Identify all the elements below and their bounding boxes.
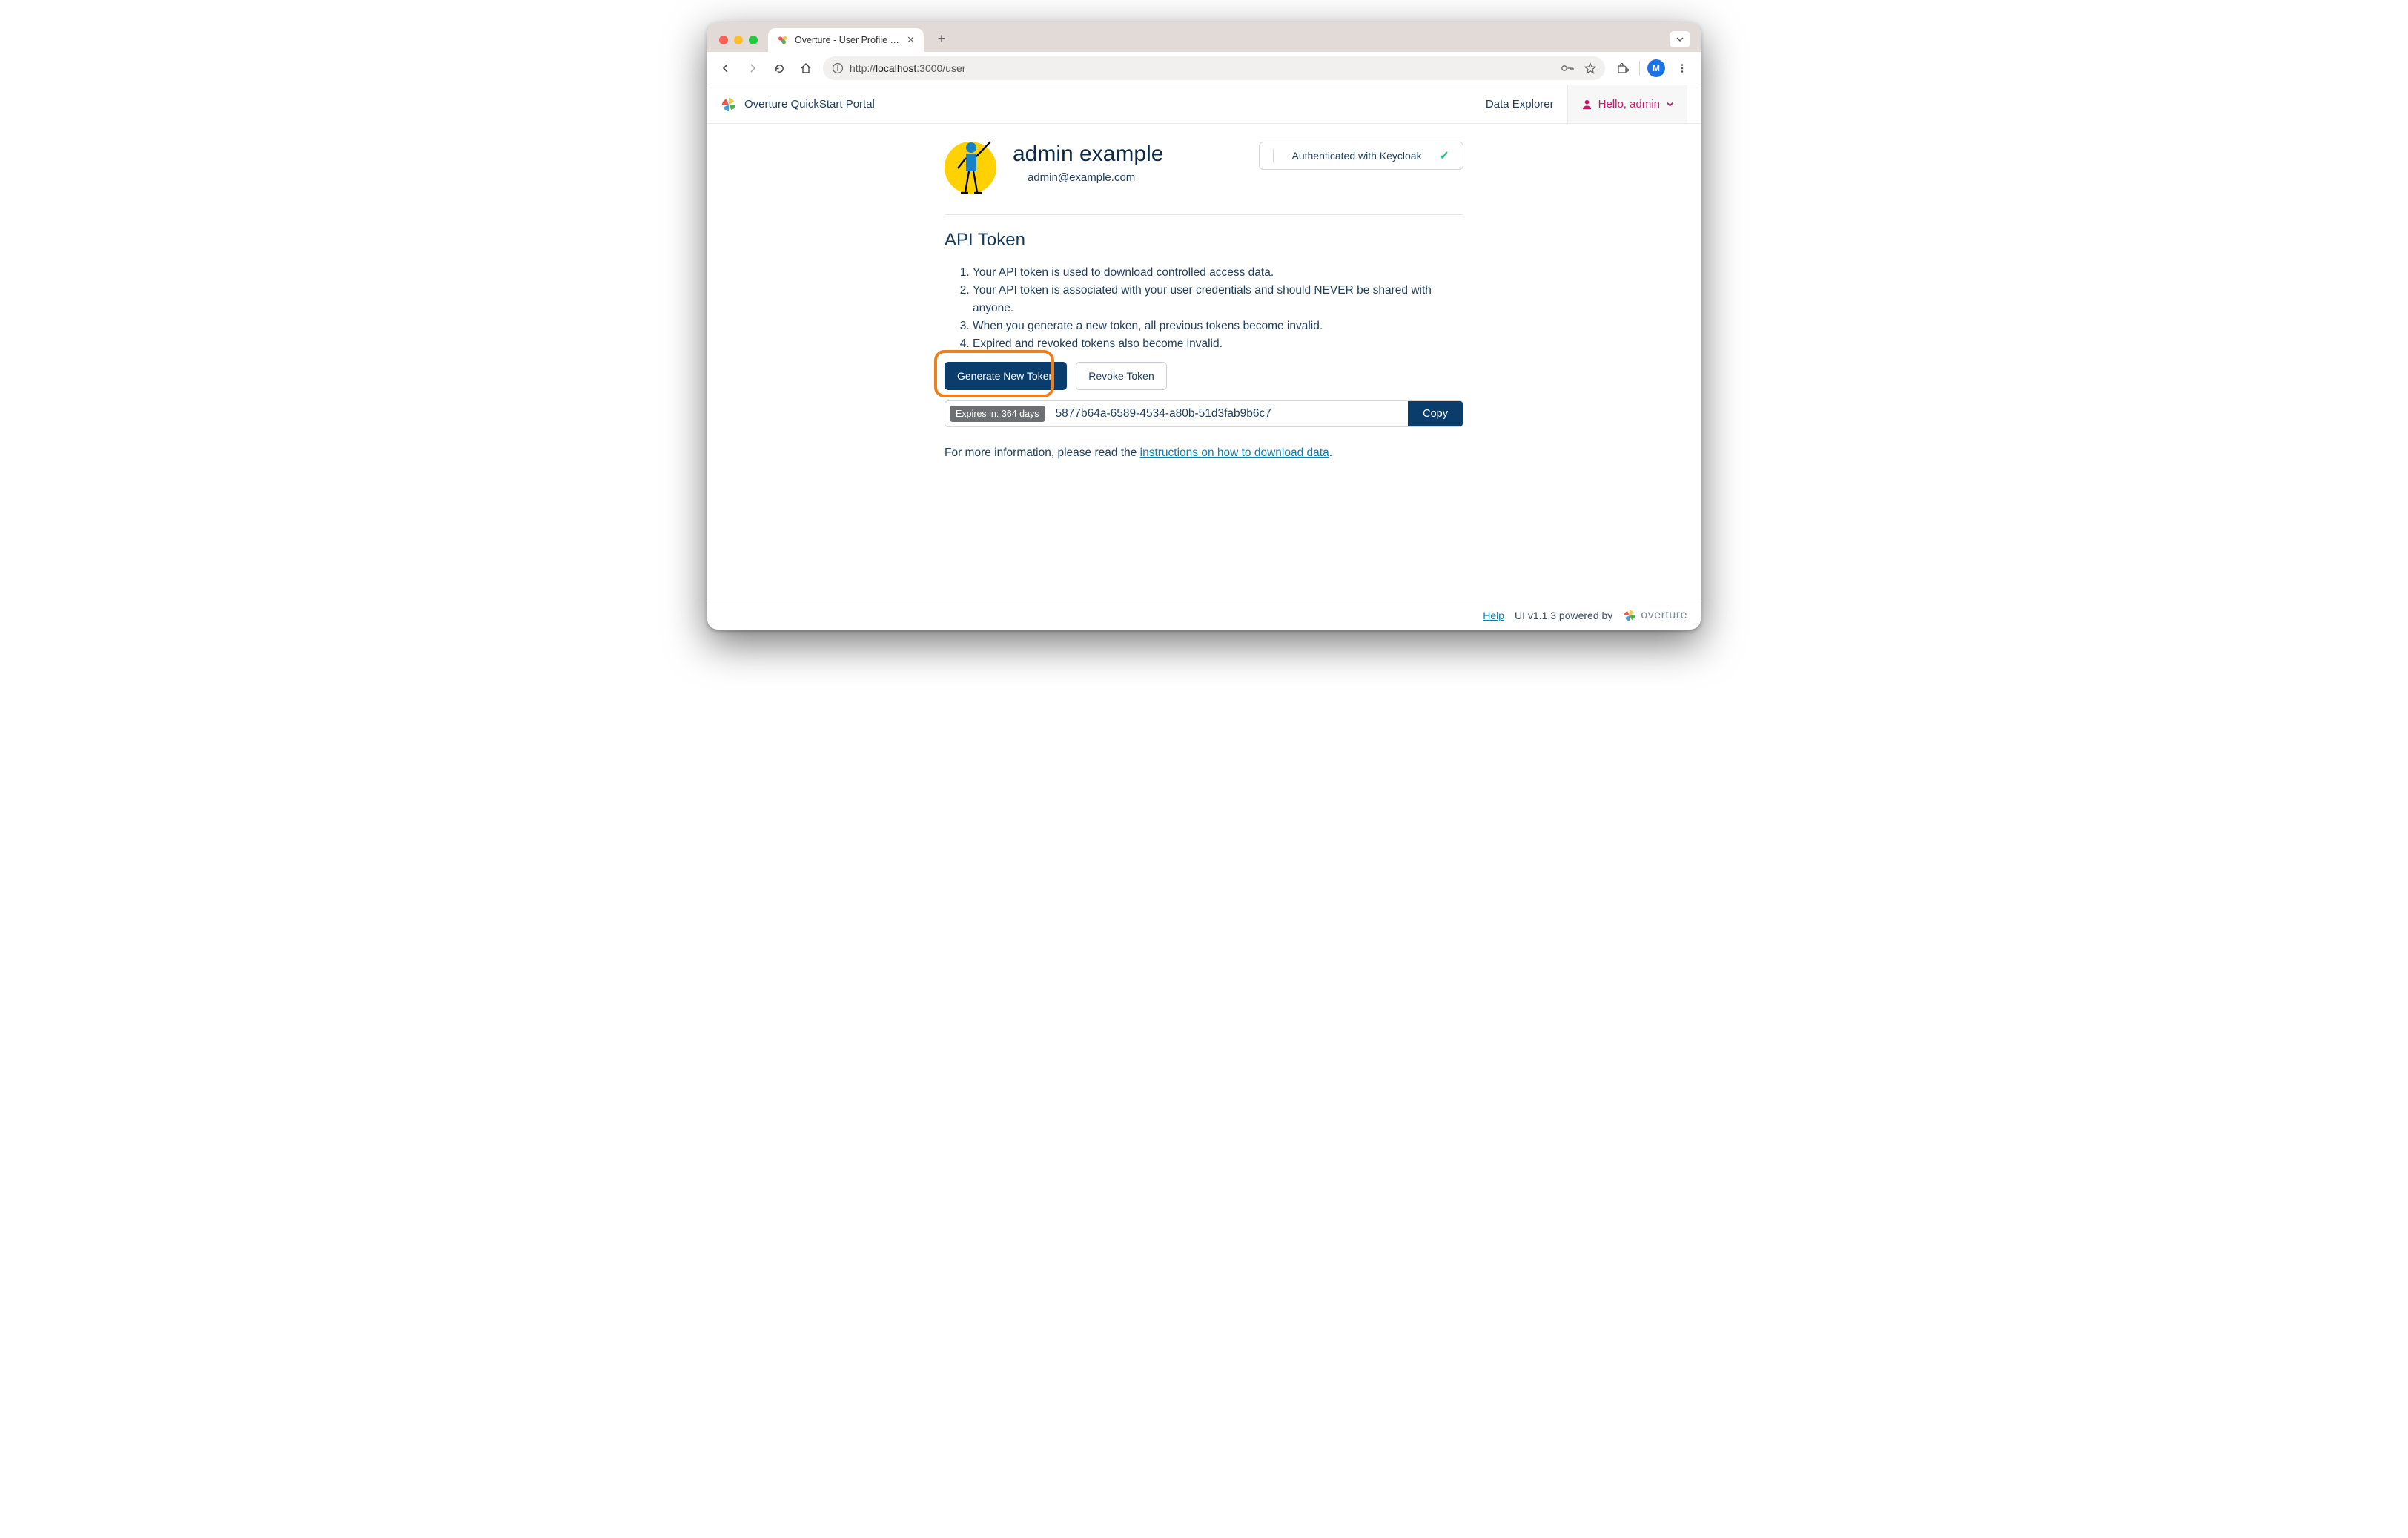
brand-title: Overture QuickStart Portal — [744, 98, 875, 110]
close-tab-icon[interactable]: ✕ — [907, 34, 915, 46]
token-value[interactable]: 5877b64a-6589-4534-a80b-51d3fab9b6c7 — [1050, 401, 1409, 426]
revoke-token-button[interactable]: Revoke Token — [1076, 362, 1166, 390]
divider — [945, 214, 1463, 215]
app-header: Overture QuickStart Portal Data Explorer… — [707, 85, 1701, 124]
chevron-down-icon — [1666, 100, 1674, 108]
reload-button[interactable] — [770, 59, 789, 78]
help-link[interactable]: Help — [1483, 610, 1504, 621]
profile-name: admin example — [1013, 142, 1163, 167]
site-info-icon[interactable] — [832, 62, 844, 74]
password-key-icon[interactable] — [1561, 63, 1575, 73]
browser-tabstrip: Overture - User Profile & Tok ✕ + — [707, 22, 1701, 52]
forward-button[interactable] — [743, 59, 762, 78]
api-token-heading: API Token — [945, 230, 1463, 251]
token-button-row: Generate New Token Revoke Token — [945, 362, 1463, 390]
api-token-info-list: Your API token is used to download contr… — [945, 264, 1463, 353]
browser-toolbar: http://localhost:3000/user M — [707, 52, 1701, 85]
url-text: http://localhost:3000/user — [850, 62, 1555, 74]
profile-header: admin example admin@example.com Authenti… — [945, 142, 1463, 194]
profile-info: admin example admin@example.com — [1013, 142, 1163, 184]
token-display: Expires in: 364 days 5877b64a-6589-4534-… — [945, 400, 1463, 427]
auth-badge-label: Authenticated with Keycloak — [1291, 150, 1421, 162]
browser-tab[interactable]: Overture - User Profile & Tok ✕ — [768, 28, 924, 52]
more-info-text: For more information, please read the in… — [945, 446, 1463, 460]
browser-menu-button[interactable] — [1673, 59, 1692, 78]
new-tab-button[interactable]: + — [931, 28, 952, 49]
brand[interactable]: Overture QuickStart Portal — [721, 96, 875, 113]
user-menu[interactable]: Hello, admin — [1567, 85, 1687, 123]
version-text: UI v1.1.3 powered by — [1515, 610, 1612, 621]
avatar — [945, 142, 996, 194]
back-button[interactable] — [716, 59, 735, 78]
home-button[interactable] — [796, 59, 816, 78]
bookmark-star-icon[interactable] — [1584, 62, 1596, 74]
user-icon — [1581, 99, 1592, 110]
auth-badge: Authenticated with Keycloak ✓ — [1259, 142, 1463, 170]
close-window-icon[interactable] — [719, 36, 728, 44]
app-footer: Help UI v1.1.3 powered by overture — [707, 601, 1701, 630]
info-item: Your API token is used to download contr… — [973, 264, 1463, 282]
check-icon: ✓ — [1440, 148, 1449, 163]
pinwheel-favicon-icon — [777, 34, 789, 46]
footer-brand: overture — [1623, 609, 1687, 622]
tab-title: Overture - User Profile & Tok — [795, 35, 901, 45]
pinwheel-logo-icon — [721, 96, 737, 113]
download-instructions-link[interactable]: instructions on how to download data — [1140, 446, 1329, 459]
browser-profile-avatar[interactable]: M — [1647, 59, 1665, 77]
info-item: Your API token is associated with your u… — [973, 282, 1463, 317]
info-item: Expired and revoked tokens also become i… — [973, 335, 1463, 353]
extensions-button[interactable] — [1612, 59, 1632, 78]
window-controls — [719, 36, 758, 44]
copy-button[interactable]: Copy — [1408, 401, 1463, 426]
pinwheel-logo-icon — [1623, 609, 1636, 622]
user-greeting: Hello, admin — [1598, 98, 1660, 110]
minimize-window-icon[interactable] — [734, 36, 743, 44]
nav-data-explorer[interactable]: Data Explorer — [1472, 85, 1567, 123]
maximize-window-icon[interactable] — [749, 36, 758, 44]
profile-email: admin@example.com — [1028, 171, 1163, 184]
generate-token-button[interactable]: Generate New Token — [945, 362, 1067, 390]
tab-overflow-button[interactable] — [1670, 31, 1690, 47]
chevron-down-icon — [1676, 35, 1684, 44]
token-expiry-chip: Expires in: 364 days — [950, 406, 1045, 422]
address-bar[interactable]: http://localhost:3000/user — [823, 56, 1605, 80]
browser-window: Overture - User Profile & Tok ✕ + http:/… — [707, 22, 1701, 630]
main-content: admin example admin@example.com Authenti… — [937, 142, 1471, 475]
stick-figure-icon — [950, 137, 1002, 199]
info-item: When you generate a new token, all previ… — [973, 317, 1463, 335]
